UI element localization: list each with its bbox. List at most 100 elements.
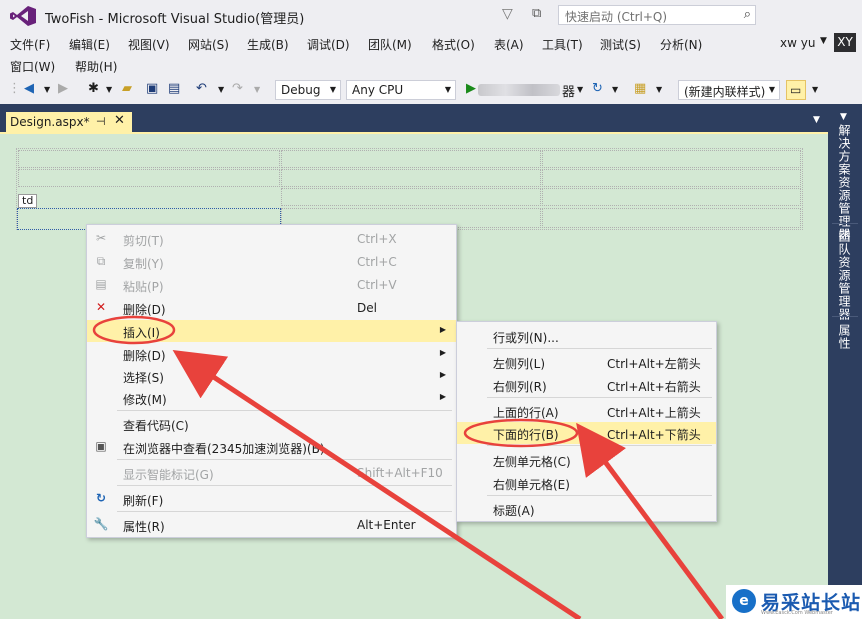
menu-separator: [487, 397, 712, 398]
submenu-item-cell-right[interactable]: 右侧单元格(E): [457, 472, 716, 494]
menu-website[interactable]: 网站(S): [188, 36, 229, 53]
menu-item-cut[interactable]: ✂ 剪切(T) Ctrl+X: [87, 228, 456, 250]
menu-item-refresh[interactable]: ↻ 刷新(F): [87, 488, 456, 510]
menu-item-select[interactable]: 选择(S) ▶: [87, 365, 456, 387]
submenu-item-row-below[interactable]: 下面的行(B) Ctrl+Alt+下箭头: [457, 422, 716, 444]
menu-item-shortcut: Ctrl+Alt+右箭头: [607, 380, 701, 394]
undo-dropdown-icon[interactable]: ▼: [218, 85, 224, 94]
toolbar-options-icon[interactable]: ▼: [812, 85, 818, 94]
menu-item-smart-tag[interactable]: 显示智能标记(G) Shift+Alt+F10: [87, 462, 456, 484]
solution-platform-select[interactable]: Any CPU ▼: [346, 80, 456, 100]
delete-x-icon: ✕: [95, 300, 107, 314]
chevron-down-icon[interactable]: ▼: [820, 36, 827, 46]
save-icon[interactable]: ▣: [146, 81, 158, 96]
menu-test[interactable]: 测试(S): [600, 36, 641, 53]
table-cell[interactable]: [18, 169, 280, 187]
redo-dropdown-icon[interactable]: ▼: [254, 85, 260, 94]
target-rule-select[interactable]: (新建内联样式) ▼: [678, 80, 780, 100]
browser-link-icon[interactable]: ▦: [634, 81, 646, 96]
menu-tools[interactable]: 工具(T): [542, 36, 583, 53]
tab-overflow-chevron-icon[interactable]: ▼: [813, 115, 820, 125]
table-cell[interactable]: [542, 208, 801, 228]
table-cell[interactable]: [281, 150, 541, 168]
submenu-item-cell-left[interactable]: 左侧单元格(C): [457, 449, 716, 471]
submenu-item-column-left[interactable]: 左侧列(L) Ctrl+Alt+左箭头: [457, 351, 716, 373]
start-target-suffix[interactable]: 器: [562, 81, 575, 100]
menu-team[interactable]: 团队(M): [368, 36, 412, 53]
style-application-button[interactable]: ▭: [786, 80, 806, 100]
menu-item-shortcut: Ctrl+X: [357, 232, 397, 246]
user-avatar[interactable]: XY: [834, 33, 856, 52]
undo-icon[interactable]: ↶: [196, 81, 207, 96]
back-dropdown-icon[interactable]: ▼: [44, 85, 50, 94]
user-name[interactable]: xw yu: [780, 36, 815, 50]
start-debug-icon[interactable]: ▶: [466, 81, 476, 96]
refresh-icon[interactable]: ↻: [592, 81, 603, 96]
watermark-logo-icon: e: [732, 589, 756, 613]
start-dropdown-icon[interactable]: ▼: [577, 85, 583, 94]
menu-separator: [487, 445, 712, 446]
submenu-item-caption[interactable]: 标题(A): [457, 498, 716, 520]
menu-item-label: 上面的行(A): [493, 406, 559, 420]
redo-icon[interactable]: ↷: [232, 81, 243, 96]
toolbar-grip-icon[interactable]: ⋮: [8, 81, 21, 96]
start-target-label-blurred[interactable]: [478, 84, 560, 96]
new-dropdown-icon[interactable]: ▼: [106, 85, 112, 94]
menu-item-properties[interactable]: 🔧 属性(R) Alt+Enter: [87, 514, 456, 536]
quick-launch-input[interactable]: 快速启动 (Ctrl+Q) ⌕: [558, 5, 756, 25]
side-tab-team-explorer[interactable]: 团队资源管理器: [836, 230, 853, 321]
menu-analyze[interactable]: 分析(N): [660, 36, 702, 53]
menu-item-label: 左侧单元格(C): [493, 455, 571, 469]
close-icon[interactable]: ✕: [114, 113, 125, 128]
menu-item-paste[interactable]: ▤ 粘贴(P) Ctrl+V: [87, 274, 456, 296]
selected-tag-label: td: [18, 194, 38, 208]
dock-options-chevron-icon[interactable]: ▼: [840, 112, 847, 122]
table-cell[interactable]: [281, 188, 541, 206]
menu-separator: [117, 459, 452, 460]
filter-icon[interactable]: ▽: [502, 6, 513, 22]
menu-item-copy[interactable]: ⧉ 复制(Y) Ctrl+C: [87, 251, 456, 273]
menu-item-modify[interactable]: 修改(M) ▶: [87, 387, 456, 409]
toolbar-overflow-icon[interactable]: ▼: [656, 85, 662, 94]
menu-item-label: 查看代码(C): [123, 419, 189, 433]
menu-view[interactable]: 视图(V): [128, 36, 170, 53]
new-project-icon[interactable]: ✱: [88, 81, 99, 96]
wrench-icon: 🔧: [93, 517, 109, 531]
forward-icon[interactable]: ▶: [58, 81, 68, 96]
menu-debug[interactable]: 调试(D): [307, 36, 350, 53]
insert-submenu: 行或列(N)... 左侧列(L) Ctrl+Alt+左箭头 右侧列(R) Ctr…: [456, 321, 717, 522]
menu-format[interactable]: 格式(O): [432, 36, 475, 53]
menu-item-label: 删除(D): [123, 303, 166, 317]
back-icon[interactable]: ◀: [24, 81, 34, 96]
menu-item-view-in-browser[interactable]: ▣ 在浏览器中查看(2345加速浏览器)(B): [87, 436, 456, 458]
table-cell[interactable]: [542, 169, 801, 187]
solution-config-select[interactable]: Debug ▼: [275, 80, 341, 100]
table-cell[interactable]: [18, 150, 280, 168]
menu-edit[interactable]: 编辑(E): [69, 36, 110, 53]
menu-item-delete-sub[interactable]: 删除(D) ▶: [87, 343, 456, 365]
side-tab-properties[interactable]: 属性: [836, 324, 853, 350]
submenu-item-column-right[interactable]: 右侧列(R) Ctrl+Alt+右箭头: [457, 374, 716, 396]
menu-item-delete[interactable]: ✕ 删除(D) Del: [87, 297, 456, 319]
watermark-subtext: Www.Easck.Com Webmaster: [761, 610, 833, 616]
submenu-item-rows-columns[interactable]: 行或列(N)...: [457, 325, 716, 347]
menu-item-insert[interactable]: 插入(I) ▶: [87, 320, 456, 342]
notification-icon[interactable]: ⧉: [532, 6, 541, 21]
refresh-dropdown-icon[interactable]: ▼: [612, 85, 618, 94]
menu-help[interactable]: 帮助(H): [75, 58, 117, 75]
submenu-item-row-above[interactable]: 上面的行(A) Ctrl+Alt+上箭头: [457, 400, 716, 422]
table-cell[interactable]: [281, 169, 541, 187]
save-all-icon[interactable]: ▤: [168, 81, 180, 96]
menu-build[interactable]: 生成(B): [247, 36, 289, 53]
menu-table[interactable]: 表(A): [494, 36, 524, 53]
table-cell[interactable]: [542, 150, 801, 168]
open-folder-icon[interactable]: ▰: [122, 81, 132, 96]
table-cell[interactable]: [542, 188, 801, 206]
menu-window[interactable]: 窗口(W): [10, 58, 55, 75]
pin-icon[interactable]: ⊣: [96, 115, 106, 128]
menu-file[interactable]: 文件(F): [10, 36, 50, 53]
window-title: TwoFish - Microsoft Visual Studio(管理员): [45, 12, 305, 27]
menu-separator: [487, 348, 712, 349]
menu-item-view-code[interactable]: 查看代码(C): [87, 413, 456, 435]
copy-icon: ⧉: [96, 254, 106, 268]
